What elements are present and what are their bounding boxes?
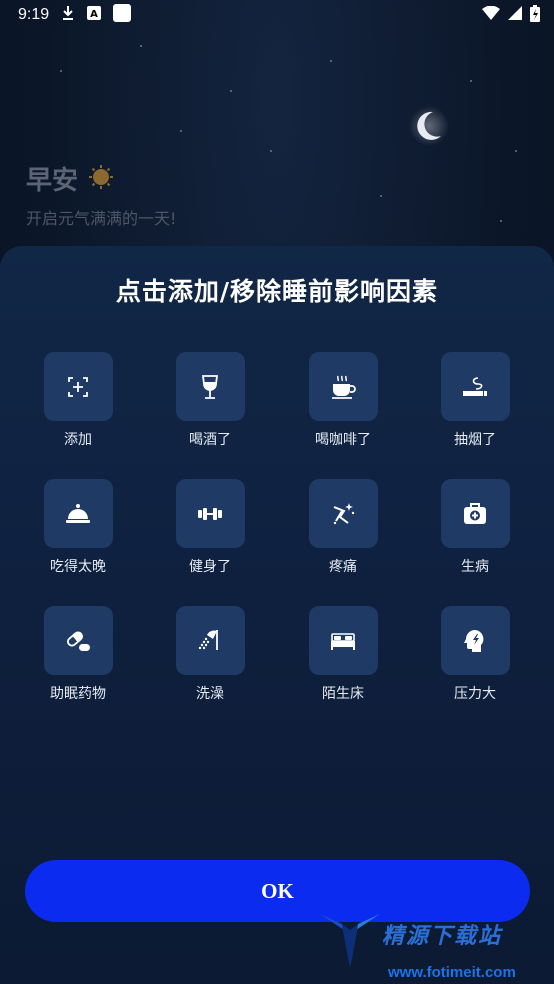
factor-tile[interactable] bbox=[308, 606, 378, 675]
greeting-title: 早安 bbox=[26, 166, 79, 196]
greeting-subtitle: 开启元气满满的一天! bbox=[26, 209, 177, 228]
star bbox=[500, 220, 502, 222]
battery-icon bbox=[530, 4, 540, 26]
stress-head-icon bbox=[464, 629, 484, 652]
cigarette-icon bbox=[463, 376, 487, 396]
status-bar: 9:19 A bbox=[0, 0, 554, 30]
factor-add[interactable]: 添加 bbox=[12, 352, 144, 449]
moon-icon bbox=[409, 106, 449, 146]
star bbox=[270, 150, 272, 152]
watermark-logo bbox=[320, 914, 380, 968]
factor-tile[interactable] bbox=[440, 352, 510, 421]
factor-label: 添加 bbox=[64, 432, 92, 448]
factor-label: 生病 bbox=[461, 559, 489, 575]
factor-label: 疼痛 bbox=[329, 559, 357, 575]
factor-label: 压力大 bbox=[454, 686, 496, 702]
svg-text:A: A bbox=[90, 9, 98, 20]
greeting-row: 早安 bbox=[26, 160, 114, 197]
factor-tile[interactable] bbox=[175, 606, 245, 675]
factor-tile[interactable] bbox=[308, 352, 378, 421]
factor-late-meal[interactable]: 吃得太晚 bbox=[12, 479, 144, 576]
watermark-url: www.fotimeit.com bbox=[388, 964, 516, 981]
factor-label: 喝酒了 bbox=[189, 432, 231, 448]
pain-icon bbox=[333, 502, 355, 524]
factor-exercise[interactable]: 健身了 bbox=[144, 479, 276, 576]
factor-sick[interactable]: 生病 bbox=[409, 479, 541, 576]
factor-tile[interactable] bbox=[175, 479, 245, 548]
factor-tile[interactable] bbox=[43, 352, 113, 421]
factor-stress[interactable]: 压力大 bbox=[409, 606, 541, 703]
pill-icon bbox=[67, 631, 90, 651]
factor-tile[interactable] bbox=[43, 606, 113, 675]
square-icon bbox=[113, 4, 132, 26]
factor-tile[interactable] bbox=[43, 479, 113, 548]
sun-icon bbox=[88, 164, 114, 194]
factor-label: 陌生床 bbox=[322, 686, 364, 702]
download-icon bbox=[61, 5, 75, 25]
factor-alcohol[interactable]: 喝酒了 bbox=[144, 352, 276, 449]
factor-label: 抽烟了 bbox=[454, 432, 496, 448]
dumbbell-icon bbox=[198, 507, 222, 520]
star bbox=[140, 45, 142, 47]
factor-coffee[interactable]: 喝咖啡了 bbox=[277, 352, 409, 449]
medical-kit-icon bbox=[464, 502, 486, 524]
star bbox=[180, 130, 182, 132]
star bbox=[380, 195, 382, 197]
factor-strange-bed[interactable]: 陌生床 bbox=[277, 606, 409, 703]
star bbox=[60, 70, 62, 72]
star bbox=[515, 150, 517, 152]
wifi-icon bbox=[482, 5, 500, 24]
factor-label: 助眠药物 bbox=[50, 686, 106, 702]
factor-pain[interactable]: 疼痛 bbox=[277, 479, 409, 576]
cellular-icon bbox=[508, 6, 522, 24]
watermark-logo-text: 精源下载站 bbox=[382, 924, 503, 949]
star bbox=[470, 80, 472, 82]
a-badge-icon: A bbox=[87, 6, 102, 24]
factor-sleeping-pills[interactable]: 助眠药物 bbox=[12, 606, 144, 703]
wine-glass-icon bbox=[201, 374, 219, 399]
factor-label: 洗澡 bbox=[196, 686, 224, 702]
factor-shower[interactable]: 洗澡 bbox=[144, 606, 276, 703]
factor-tile[interactable] bbox=[440, 479, 510, 548]
sheet-title: 点击添加/移除睡前影响因素 bbox=[115, 277, 439, 306]
factor-tile[interactable] bbox=[440, 606, 510, 675]
bed-icon bbox=[331, 632, 355, 650]
factor-label: 喝咖啡了 bbox=[315, 432, 371, 448]
star bbox=[330, 60, 332, 62]
factor-label: 健身了 bbox=[189, 559, 231, 575]
add-icon bbox=[68, 376, 88, 397]
shower-icon bbox=[198, 629, 218, 650]
food-cloche-icon bbox=[66, 503, 90, 523]
status-time: 9:19 bbox=[18, 6, 50, 23]
coffee-cup-icon bbox=[332, 375, 356, 399]
factor-tile[interactable] bbox=[175, 352, 245, 421]
watermark: 精源下载站 www.fotimeit.com bbox=[318, 910, 538, 984]
star bbox=[230, 90, 232, 92]
factor-label: 吃得太晚 bbox=[50, 559, 106, 575]
factor-smoking[interactable]: 抽烟了 bbox=[409, 352, 541, 449]
factor-tile[interactable] bbox=[308, 479, 378, 548]
